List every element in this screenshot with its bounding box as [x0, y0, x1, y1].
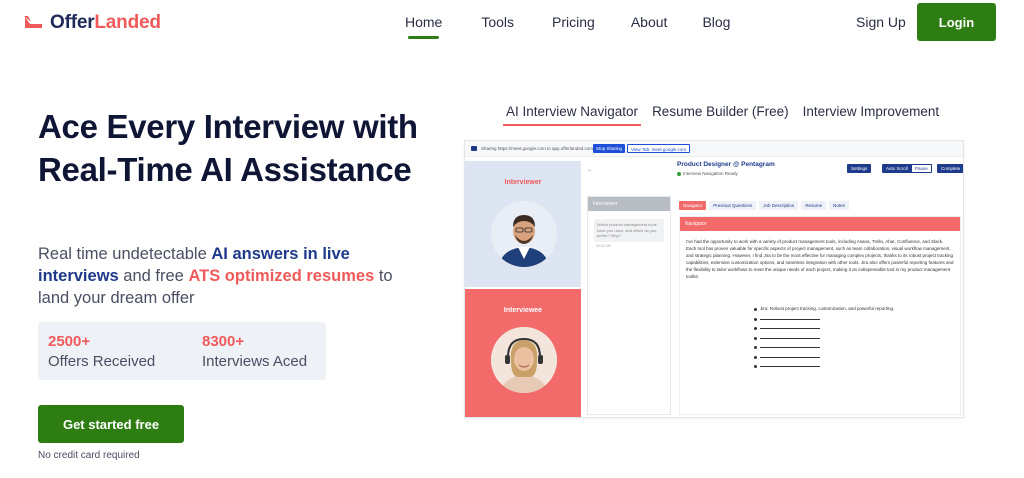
get-started-button[interactable]: Get started free — [38, 405, 184, 443]
subtab-job-description: Job Description — [759, 201, 799, 210]
subtab-previous-questions: Previous Questions — [709, 201, 757, 210]
bullet-item: Jira: Robust project tracking, customiza… — [754, 305, 914, 315]
tab-resume-builder[interactable]: Resume Builder (Free) — [652, 104, 789, 119]
hero-sub-text-1: Real time undetectable — [38, 245, 212, 263]
hero-title: Ace Every Interview with Real-Time AI As… — [38, 108, 418, 188]
settings-button: Settings — [847, 164, 872, 173]
feature-tabs: AI Interview Navigator Resume Builder (F… — [502, 104, 940, 126]
status-dot-icon — [677, 171, 681, 176]
no-credit-card-note: No credit card required — [38, 450, 140, 461]
hero-sub-text-2: and free — [118, 267, 189, 285]
interviewee-avatar — [491, 327, 557, 393]
logo-mark-icon — [22, 14, 44, 32]
transcript-panel: Interviewer Which product management too… — [587, 196, 671, 415]
hero-subtitle: Real time undetectable AI answers in liv… — [38, 243, 418, 309]
stat-offers-number: 2500+ — [48, 333, 91, 350]
navigator-answer: I've had the opportunity to work with a … — [686, 239, 954, 279]
stat-offers-label: Offers Received — [48, 353, 156, 370]
logo[interactable]: OfferLanded — [22, 12, 161, 34]
conversation-column: ← Interviewer Which product management t… — [583, 161, 675, 417]
navigator-panel: Navigator I've had the opportunity to wo… — [679, 216, 961, 415]
login-button[interactable]: Login — [917, 3, 996, 41]
share-icon — [471, 146, 477, 151]
transcript-header: Interviewer — [588, 197, 670, 211]
bullet-item — [754, 343, 914, 353]
view-tab-button: View Tab: meet.google.com — [627, 144, 691, 153]
bullet-line — [760, 356, 820, 358]
nav-tools[interactable]: Tools — [481, 14, 514, 30]
share-bar: Sharing https://meet.google.com to app.o… — [465, 141, 963, 157]
answer-bullets: Jira: Robust project tracking, customiza… — [754, 305, 914, 372]
hero-sub-highlight-ats: ATS optimized resumes — [188, 267, 375, 285]
stat-offers: 2500+ Offers Received — [48, 332, 155, 372]
interviewee-panel: Interviewee — [465, 289, 581, 417]
stat-interviews-label: Interviews Aced — [202, 353, 308, 370]
navigator-header: Navigator — [680, 217, 960, 231]
job-title: Product Designer @ Pentagram — [677, 161, 775, 168]
interviewee-label: Interviewee — [503, 307, 543, 314]
logo-text-part2: Landed — [94, 12, 161, 33]
stop-sharing-button: Stop Sharing — [593, 144, 626, 153]
stat-interviews-number: 8300+ — [202, 333, 245, 350]
bullet-line — [760, 366, 820, 367]
logo-text: OfferLanded — [50, 12, 161, 34]
bullet-line — [760, 328, 820, 329]
interviewer-avatar — [491, 201, 557, 267]
job-status: Interview Navigation Ready — [677, 171, 738, 176]
main-nav: Home Tools Pricing About Blog — [405, 14, 730, 39]
question-bubble: Which product management tools have you … — [594, 219, 664, 242]
bullet-text: Jira: Robust project tracking, customiza… — [760, 306, 895, 311]
navigator-subtabs: Navigator Previous Questions Job Descrip… — [679, 201, 849, 210]
interviewer-panel: Interviewer — [465, 161, 581, 287]
bullet-item — [754, 334, 914, 344]
tab-interview-improvement[interactable]: Interview Improvement — [803, 104, 940, 119]
interviewer-label: Interviewer — [504, 179, 542, 186]
logo-text-part1: Offer — [50, 12, 95, 33]
bullet-line — [760, 347, 820, 348]
subtab-resume: Resume — [801, 201, 827, 210]
tab-ai-interview-navigator[interactable]: AI Interview Navigator — [502, 104, 642, 126]
back-arrow-icon: ← — [587, 167, 593, 173]
share-text: Sharing https://meet.google.com to app.o… — [481, 146, 593, 151]
bullet-item — [754, 353, 914, 363]
signup-link[interactable]: Sign Up — [856, 14, 906, 30]
nav-home[interactable]: Home — [405, 14, 442, 39]
bullet-item — [754, 362, 914, 372]
stat-interviews: 8300+ Interviews Aced — [202, 332, 307, 372]
nav-blog[interactable]: Blog — [702, 14, 730, 30]
bullet-line — [760, 318, 820, 320]
nav-about[interactable]: About — [631, 14, 668, 30]
question-time: 00:23 AM — [596, 243, 611, 248]
subtab-navigator: Navigator — [679, 201, 707, 210]
bullet-item — [754, 324, 914, 334]
bullet-line — [760, 337, 820, 339]
pause-button: Pause — [911, 164, 932, 173]
app-preview: Sharing https://meet.google.com to app.o… — [464, 140, 964, 418]
subtab-notes: Notes — [829, 201, 849, 210]
nav-pricing[interactable]: Pricing — [552, 14, 595, 30]
navigator-column: Product Designer @ Pentagram Interview N… — [677, 161, 963, 417]
bullet-item — [754, 315, 914, 325]
auto-scroll-button: Auto Scroll — [882, 164, 912, 173]
job-status-text: Interview Navigation Ready — [683, 171, 738, 176]
complete-button: Complete — [937, 164, 963, 173]
stats-box: 2500+ Offers Received 8300+ Interviews A… — [38, 322, 326, 380]
